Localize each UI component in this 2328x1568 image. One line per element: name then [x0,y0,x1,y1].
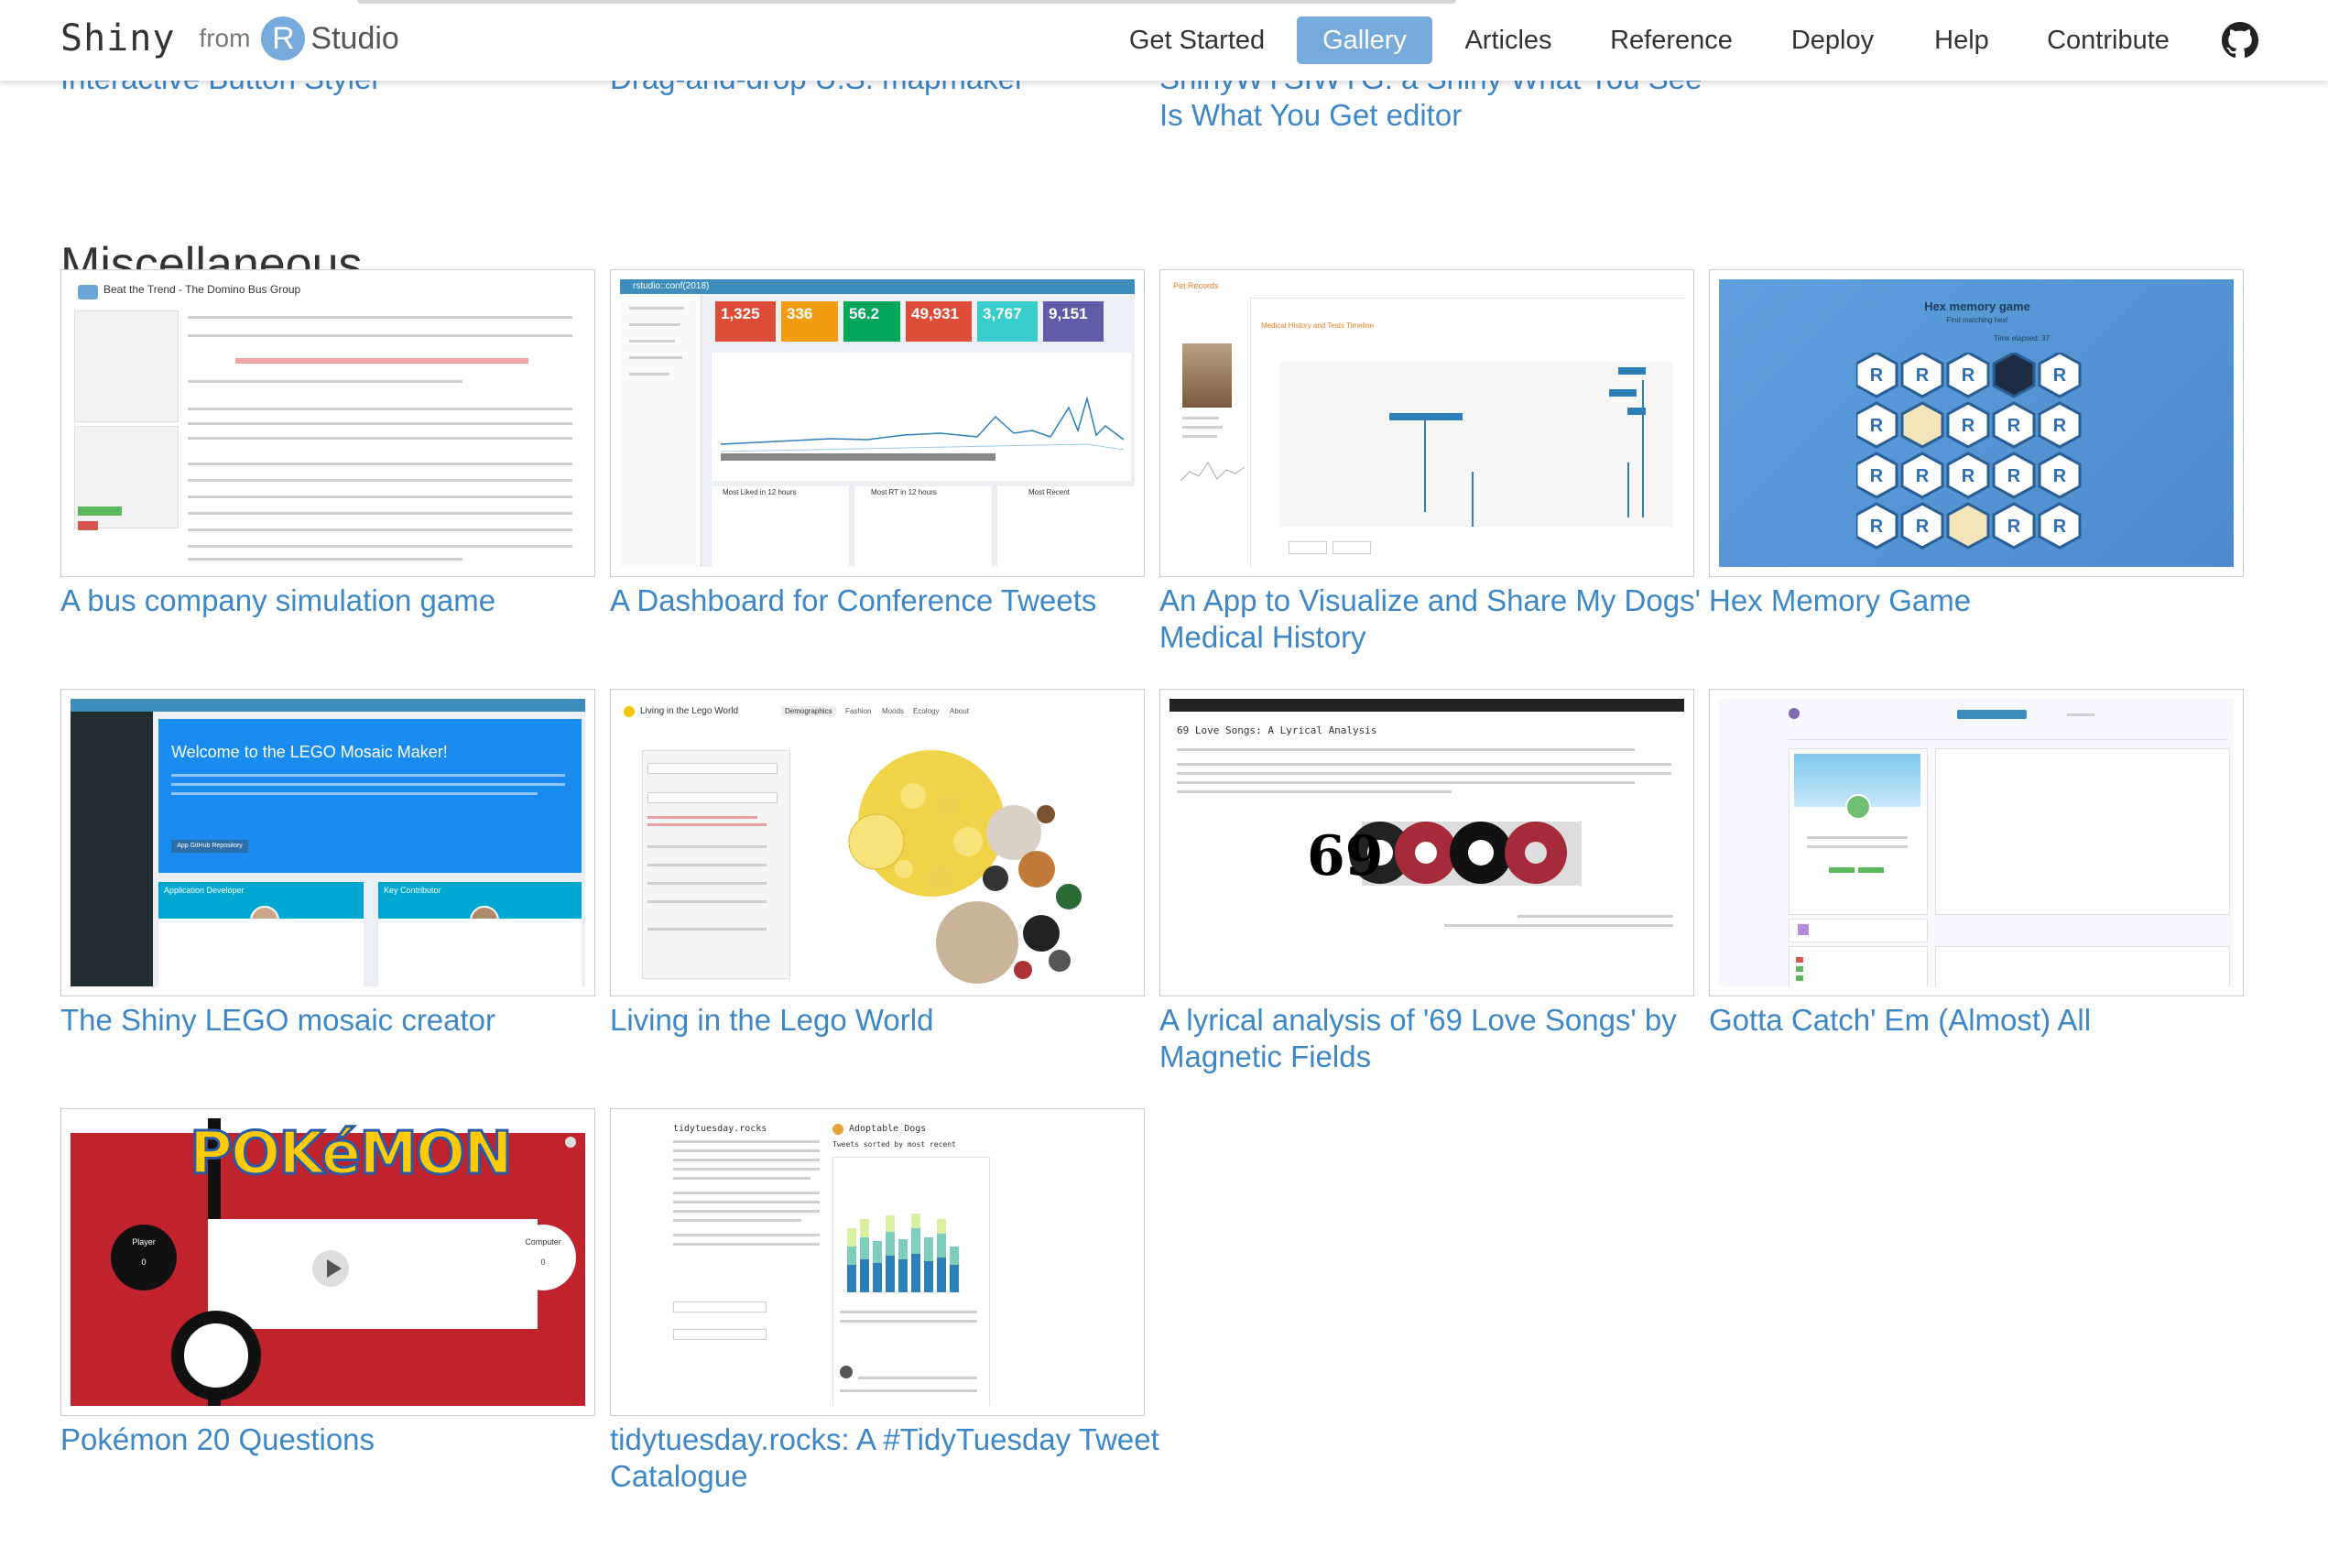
nav-reference[interactable]: Reference [1575,16,1768,64]
nav-deploy[interactable]: Deploy [1782,16,1883,64]
card-title[interactable]: A Dashboard for Conference Tweets [610,583,1159,619]
card-title[interactable]: Pokémon 20 Questions [60,1421,610,1458]
prev-card-title-line2[interactable]: Is What You Get editor [1159,97,1462,134]
card-thumbnail-tidytuesday[interactable]: tidytuesday.rocks Adoptable Dogs Tweets … [610,1108,1145,1416]
lego-welcome: Welcome to the LEGO Mosaic Maker! [171,743,448,761]
card-thumbnail-dogs-medical[interactable]: Pet Records Medical History and Tests Ti… [1159,269,1694,577]
nav-gallery[interactable]: Gallery [1297,16,1432,64]
computer-score: 0 [540,1258,546,1267]
timeline-title: Medical History and Tests Timeline [1261,321,1375,330]
tidy-right-title: Adoptable Dogs [849,1124,927,1134]
section-label: Most Liked in 12 hours [723,488,797,496]
card-title[interactable]: Hex Memory Game [1709,583,2258,619]
hex-grid: R [1856,353,2082,550]
card-thumbnail-pokemon-20q[interactable]: POKéMON Player 0 Computer 0 [60,1108,595,1416]
player-score: 0 [141,1258,147,1267]
songs-title: 69 Love Songs: A Lyrical Analysis [1177,724,1377,736]
lego-world-title: Living in the Lego World [640,706,739,716]
nav-help[interactable]: Help [1916,16,2007,64]
card-title[interactable]: tidytuesday.rocks: A #TidyTuesday Tweet … [610,1421,1159,1495]
tab-fashion: Fashion [845,707,872,715]
card-thumbnail-hex-memory[interactable]: Hex memory game Find matching hex! Time … [1709,269,2244,577]
card-title[interactable]: An App to Visualize and Share My Dogs' M… [1159,583,1709,656]
top-edge-strip [357,0,1456,4]
section-label: Most Recent [1028,488,1070,496]
nav-contribute[interactable]: Contribute [2035,16,2181,64]
card-title[interactable]: A bus company simulation game [60,583,610,619]
69-records-logo: 69 [1307,822,1582,888]
lego-contributor-label: Key Contributor [384,886,441,895]
pokemon-logo: POKéMON [189,1119,515,1190]
card-title[interactable]: The Shiny LEGO mosaic creator [60,1002,610,1039]
tab-demographics: Demographics [781,706,836,716]
tidy-title: tidytuesday.rocks [673,1124,767,1134]
card-thumbnail-conference-tweets[interactable]: rstudio::conf(2018) 1,325 336 56.2 49,93… [610,269,1145,577]
lego-developer-label: Application Developer [164,886,245,895]
card-title[interactable]: A lyrical analysis of '69 Love Songs' by… [1159,1002,1709,1075]
top-navbar: Shiny from R Studio Get Started Gallery … [0,0,2328,81]
card-title[interactable]: Gotta Catch' Em (Almost) All [1709,1002,2258,1039]
pokeball-center [171,1311,261,1400]
card-thumbnail-gotta-catch[interactable] [1709,689,2244,996]
github-icon[interactable] [2222,22,2258,59]
player-label: Player [132,1237,156,1247]
hex-game-title: Hex memory game [1924,299,2030,313]
stat-value: 56.2 [849,305,880,322]
play-icon [327,1259,342,1278]
brand-studio-text: Studio [310,20,399,56]
lego-github-button: App GitHub Repository [171,840,248,853]
69-logo-text: 69 [1307,824,1384,888]
stat-value: 3,767 [983,305,1022,322]
hex-game-subtitle: Find matching hex! [1946,316,2008,324]
brand-shiny-text: Shiny [60,17,176,60]
card-thumbnail-lego-world[interactable]: Living in the Lego World Demographics Fa… [610,689,1145,996]
conf-brand: rstudio::conf(2018) [633,281,710,291]
pet-records-header: Pet Records [1173,281,1219,290]
tab-moods: Moods [882,707,905,715]
bubble-chart [848,750,1082,984]
brand-logo[interactable]: Shiny from R Studio [60,11,399,66]
tweet-bar-chart [847,1214,959,1292]
rstudio-r-icon: R [261,16,306,60]
dog-icon [832,1124,843,1135]
section-label: Most RT in 12 hours [871,488,937,496]
stat-value: 1,325 [721,305,760,322]
tidy-right-subtitle: Tweets sorted by most recent [832,1140,956,1149]
tweet-volume-chart [721,396,1124,461]
pokemon-avatar [1845,794,1871,820]
dog-photo [1182,343,1232,408]
card-thumbnail-69-love-songs[interactable]: 69 Love Songs: A Lyrical Analysis 69 [1159,689,1694,996]
stat-value: 336 [787,305,813,322]
stat-value: 9,151 [1049,305,1088,322]
tab-ecology: Ecology [913,707,940,715]
nav-articles[interactable]: Articles [1456,16,1561,64]
computer-label: Computer [525,1237,561,1247]
nav-get-started[interactable]: Get Started [1119,16,1275,64]
card-thumbnail-lego-mosaic[interactable]: Welcome to the LEGO Mosaic Maker! App Gi… [60,689,595,996]
bus-icon [78,285,98,299]
tab-about: About [950,707,969,715]
stat-value: 49,931 [911,305,959,322]
card-title[interactable]: Living in the Lego World [610,1002,1159,1039]
hex-time-elapsed: Time elapsed: 37 [1994,334,2051,343]
brand-from-text: from [199,24,251,52]
bus-header: Beat the Trend - The Domino Bus Group [103,283,301,296]
card-thumbnail-bus-game[interactable]: Beat the Trend - The Domino Bus Group [60,269,595,577]
lego-face-icon [624,706,635,717]
